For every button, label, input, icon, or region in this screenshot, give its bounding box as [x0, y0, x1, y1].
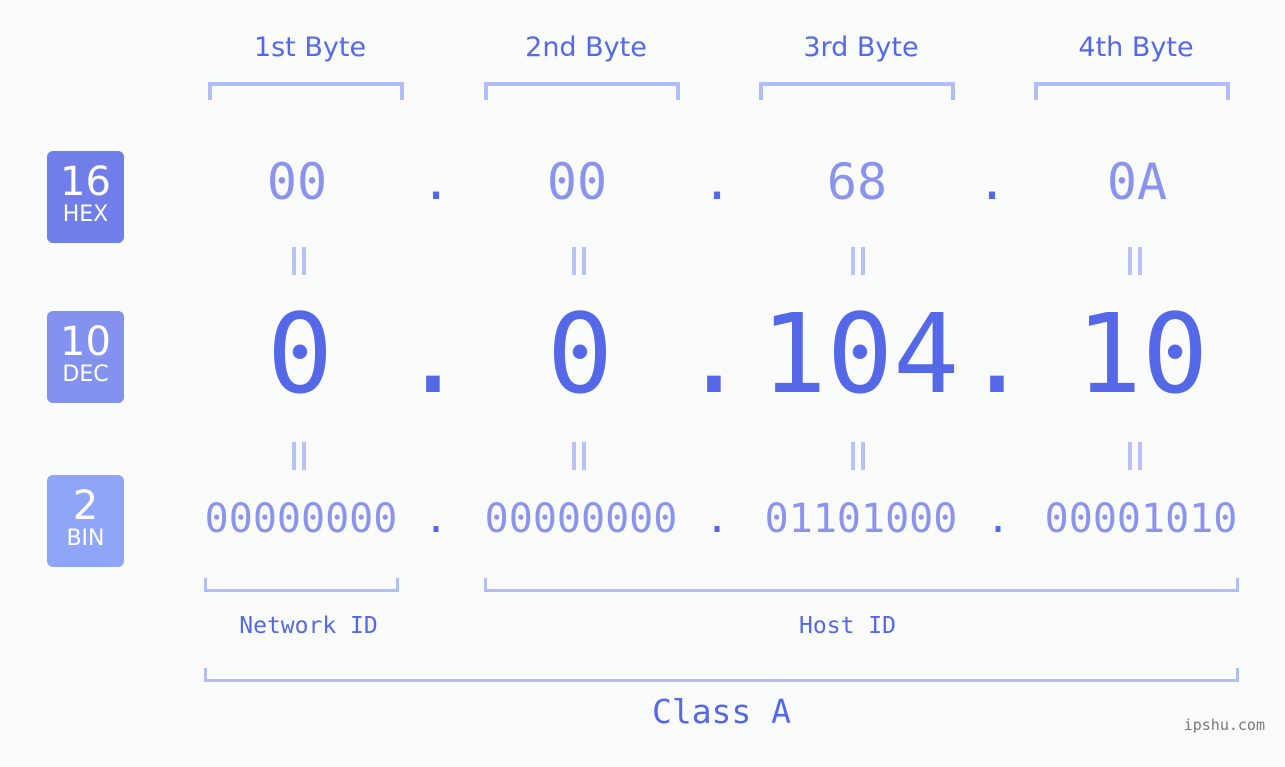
dec-label: DEC [62, 362, 109, 387]
hex-label: HEX [62, 202, 109, 227]
class-label: Class A [651, 692, 792, 731]
byte-header-1: 1st Byte [253, 32, 367, 63]
dec-badge: 10 DEC [47, 311, 124, 403]
network-id-label: Network ID [239, 613, 378, 639]
hex-dot-2: . [701, 153, 733, 211]
equals-icon [851, 247, 865, 275]
equals-icon [572, 442, 586, 470]
equals-icon [1128, 247, 1142, 275]
byte-bracket-2 [484, 82, 680, 100]
hex-dot-1: . [420, 153, 452, 211]
bin-base: 2 [72, 483, 99, 529]
bin-badge: 2 BIN [47, 475, 124, 567]
bin-dot-1: . [423, 496, 449, 542]
host-bracket [484, 578, 1239, 592]
network-bracket [204, 578, 399, 592]
dec-base: 10 [60, 319, 111, 365]
equals-icon [1128, 442, 1142, 470]
byte-bracket-4 [1034, 82, 1230, 100]
bin-dot-3: . [985, 496, 1011, 542]
byte-header-2: 2nd Byte [525, 32, 647, 63]
hex-badge: 16 HEX [47, 151, 124, 243]
watermark: ipshu.com [1183, 716, 1265, 734]
hex-dot-3: . [976, 153, 1008, 211]
dec-dot-3: . [963, 290, 1031, 418]
byte-header-3: 3rd Byte [803, 32, 919, 63]
hex-base: 16 [60, 159, 111, 205]
dec-dot-1: . [399, 290, 467, 418]
class-bracket [204, 668, 1239, 682]
host-id-label: Host ID [799, 613, 896, 639]
byte-bracket-3 [759, 82, 955, 100]
equals-icon [292, 247, 306, 275]
byte-header-4: 4th Byte [1078, 32, 1194, 63]
bin-dot-2: . [704, 496, 730, 542]
equals-icon [572, 247, 586, 275]
bin-label: BIN [66, 526, 105, 551]
equals-icon [292, 442, 306, 470]
equals-icon [851, 442, 865, 470]
byte-bracket-1 [208, 82, 404, 100]
dec-dot-2: . [680, 290, 748, 418]
